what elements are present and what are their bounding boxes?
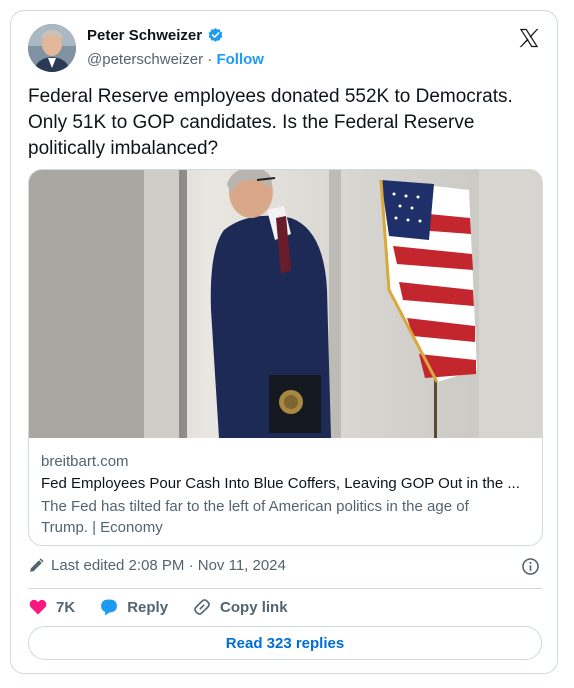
copy-link-label: Copy link [220,598,288,616]
handle-row: @peterschweizer · Follow [87,51,264,68]
x-logo-icon[interactable] [518,27,540,49]
link-domain: breitbart.com [41,453,129,470]
link-title: Fed Employees Pour Cash Into Blue Coffer… [41,475,520,492]
heart-icon [29,599,47,615]
divider [28,588,542,589]
tweet-text: Federal Reserve employees donated 552K t… [28,86,513,159]
avatar[interactable] [28,24,76,72]
verified-icon [208,28,223,42]
copy-link-button[interactable]: Copy link [192,597,288,617]
like-button[interactable]: 7K [28,597,75,617]
action-bar: 7K Reply Copy link [28,597,312,617]
author-name[interactable]: Peter Schweizer [87,27,202,44]
reply-button[interactable]: Reply [99,597,168,617]
follow-button[interactable]: Follow [216,51,264,68]
link-preview-card[interactable]: breitbart.com Fed Employees Pour Cash In… [28,169,543,546]
edited-timestamp[interactable]: Last edited 2:08 PM · Nov 11, 2024 [51,557,286,574]
read-replies-button[interactable]: Read 323 replies [28,626,542,660]
link-icon [194,599,210,615]
author-name-row: Peter Schweizer [87,27,224,44]
handle-separator: · [207,51,213,68]
edit-meta: Last edited 2:08 PM · Nov 11, 2024 [28,557,286,574]
like-count: 7K [56,598,76,616]
reply-label: Reply [127,598,169,616]
reply-bubble-icon [101,599,118,616]
pencil-icon [30,558,44,572]
info-icon[interactable] [521,557,540,576]
link-description: The Fed has tilted far to the left of Am… [41,498,469,536]
tweet-card: Peter Schweizer @peterschweizer · Follow… [10,10,558,674]
author-handle[interactable]: @peterschweizer [87,51,203,68]
article-image [29,170,542,438]
